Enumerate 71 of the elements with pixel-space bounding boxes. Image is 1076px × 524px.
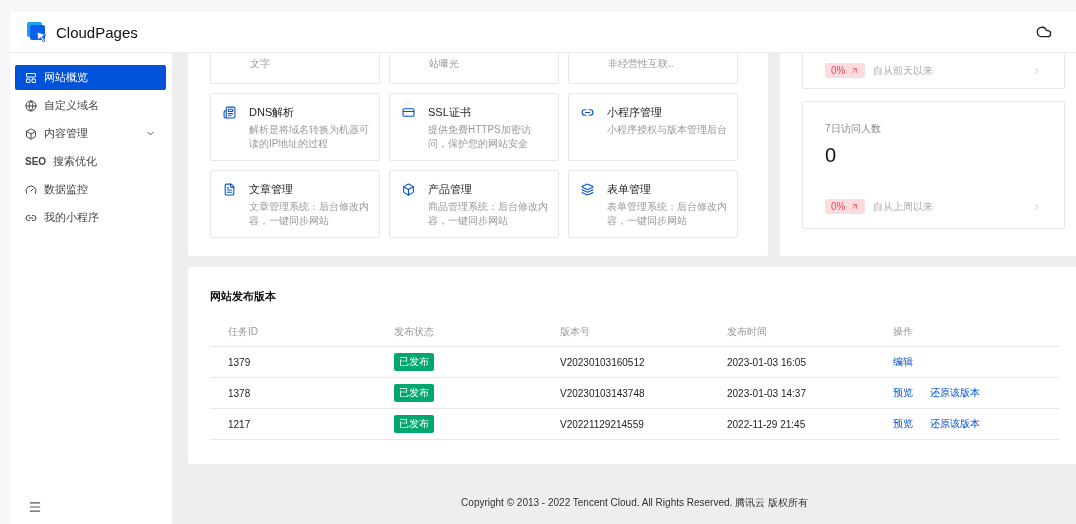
logo-icon — [26, 21, 48, 43]
feature-title: 产品管理 — [428, 182, 473, 197]
feature-title: SSL证书 — [428, 105, 472, 120]
globe-icon — [25, 99, 37, 112]
cube-icon — [402, 183, 415, 196]
layout-icon — [25, 71, 37, 84]
feature-title: 表单管理 — [607, 182, 652, 197]
table-cell: 1378 — [210, 378, 376, 409]
feature-description: 解析是将域名转换为机器可读的IP地址的过程 — [249, 123, 369, 151]
document-icon — [223, 183, 236, 196]
sidebar-item[interactable]: 自定义域名 — [15, 93, 166, 118]
feature-card[interactable]: SSL证书 提供免费HTTPS加密访问，保护您的网站安全 — [389, 93, 559, 161]
feature-description: 文字 — [250, 57, 270, 71]
stat-label: 7日访问人数 — [825, 122, 882, 136]
cube-icon — [25, 127, 37, 140]
feature-card[interactable]: 文章管理 文章管理系统：后台修改内容，一键同步网站 — [210, 170, 380, 238]
action-link[interactable]: 还原该版本 — [930, 417, 980, 431]
column-header: 操作 — [875, 318, 1059, 347]
feature-description: 非经营性互联.. — [608, 57, 674, 71]
table-cell: V20221129214559 — [542, 409, 709, 440]
feature-title: 文章管理 — [249, 182, 294, 197]
feature-card[interactable]: 表单管理 表单管理系统：后台修改内容，一键同步网站 — [568, 170, 738, 238]
feature-card[interactable]: 小程序管理 小程序授权与版本管理后台 — [568, 93, 738, 161]
sidebar-item[interactable]: 内容管理 — [15, 121, 166, 146]
brand-name: CloudPages — [56, 23, 138, 41]
feature-description: 站曝光 — [429, 57, 459, 71]
cloud-icon[interactable] — [1036, 24, 1052, 40]
card-icon — [402, 106, 415, 119]
menu-icon[interactable] — [28, 500, 42, 514]
feature-description: 表单管理系统：后台修改内容，一键同步网站 — [607, 200, 727, 228]
status-tag: 已发布 — [394, 353, 434, 371]
list-icon — [223, 106, 236, 119]
column-header: 发布状态 — [376, 318, 542, 347]
sidebar-item[interactable]: 我的小程序 — [15, 205, 166, 230]
table-cell: 1217 — [210, 409, 376, 440]
since-text: 自从上周以来 — [873, 199, 935, 214]
sidebar-item[interactable]: 网站概览 — [15, 65, 166, 90]
change-badge: 0% — [825, 199, 866, 214]
column-header: 任务ID — [210, 318, 376, 347]
sidebar-item[interactable]: SEO 搜索优化 — [15, 149, 166, 174]
feature-description: 文章管理系统：后台修改内容，一键同步网站 — [249, 200, 369, 228]
status-tag: 已发布 — [394, 384, 434, 402]
feature-description: 商品管理系统：后台修改内容，一键同步网站 — [428, 200, 548, 228]
action-link[interactable]: 预览 — [893, 417, 913, 431]
table-cell: 2022-11-29 21:45 — [709, 409, 875, 440]
since-text: 自从前天以来 — [873, 63, 935, 78]
table-cell: 1379 — [210, 347, 376, 378]
column-header: 版本号 — [542, 318, 709, 347]
feature-card[interactable]: 产品管理 商品管理系统：后台修改内容，一键同步网站 — [389, 170, 559, 238]
feature-title: 小程序管理 — [607, 105, 663, 120]
layers-icon — [581, 183, 594, 196]
action-link[interactable]: 预览 — [893, 386, 913, 400]
feature-card[interactable]: DNS解析 解析是将域名转换为机器可读的IP地址的过程 — [210, 93, 380, 161]
feature-description: 提供免费HTTPS加密访问，保护您的网站安全 — [428, 123, 532, 151]
stat-value: 0 — [825, 144, 838, 167]
change-badge: 0% — [825, 63, 866, 78]
action-link[interactable]: 编辑 — [893, 355, 913, 369]
feature-title: DNS解析 — [249, 105, 296, 120]
section-title: 网站发布版本 — [210, 289, 277, 304]
table-cell: 2023-01-03 14:37 — [709, 378, 875, 409]
table-cell: V20230103143748 — [542, 378, 709, 409]
table-cell: V20230103160512 — [542, 347, 709, 378]
feature-description: 小程序授权与版本管理后台 — [607, 123, 727, 137]
gauge-icon — [25, 183, 37, 196]
sidebar-item[interactable]: 数据监控 — [15, 177, 166, 202]
copyright-text: Copyright © 2013 - 2022 Tencent Cloud. All Rights Reserved. 腾讯云 版权所有 — [460, 496, 809, 510]
table-cell: 2023-01-03 16:05 — [709, 347, 875, 378]
action-link[interactable]: 还原该版本 — [930, 386, 980, 400]
column-header: 发布时间 — [709, 318, 875, 347]
link-icon — [581, 106, 594, 119]
status-tag: 已发布 — [394, 415, 434, 433]
